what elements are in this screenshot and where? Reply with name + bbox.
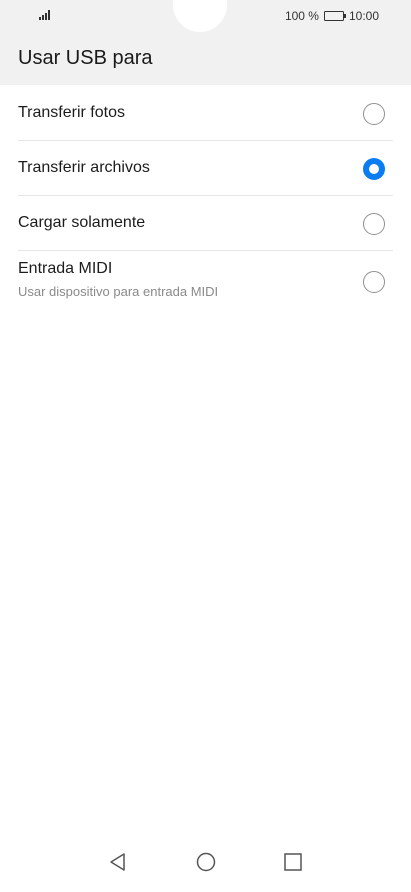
option-label: Entrada MIDI xyxy=(18,260,113,277)
page-title: Usar USB para xyxy=(18,47,153,69)
radio-button-unchecked[interactable] xyxy=(363,212,385,235)
radio-button-unchecked[interactable] xyxy=(363,271,385,293)
option-label: Transferir archivos xyxy=(18,159,150,176)
recent-square-icon[interactable] xyxy=(283,852,303,872)
signal-icon xyxy=(39,10,53,20)
header-area: 100 % 10:00 Usar USB para xyxy=(0,0,411,85)
usb-options-list: Transferir fotos Transferir archivos Car… xyxy=(0,86,411,313)
option-charge-only[interactable]: Cargar solamente xyxy=(0,196,411,251)
option-sublabel: Usar dispositivo para entrada MIDI xyxy=(18,284,219,299)
system-nav-bar xyxy=(0,842,411,892)
option-midi-input[interactable]: Entrada MIDI Usar dispositivo para entra… xyxy=(0,251,411,313)
status-time: 10:00 xyxy=(348,9,379,23)
battery-percentage: 100 % xyxy=(284,9,319,23)
option-label: Cargar solamente xyxy=(18,214,146,231)
usb-mode-screen: 100 % 10:00 Usar USB para Transferir fot… xyxy=(0,0,411,892)
option-transfer-photos[interactable]: Transferir fotos xyxy=(0,86,411,141)
radio-button-unchecked[interactable] xyxy=(363,102,385,125)
status-right: 100 % 10:00 xyxy=(285,8,379,24)
battery-icon xyxy=(323,11,346,21)
home-circle-icon[interactable] xyxy=(196,852,216,872)
status-bar: 100 % 10:00 xyxy=(0,0,411,32)
back-triangle-icon[interactable] xyxy=(108,852,128,872)
option-label: Transferir fotos xyxy=(18,104,125,121)
radio-button-checked[interactable] xyxy=(363,157,385,180)
option-transfer-files[interactable]: Transferir archivos xyxy=(0,141,411,196)
